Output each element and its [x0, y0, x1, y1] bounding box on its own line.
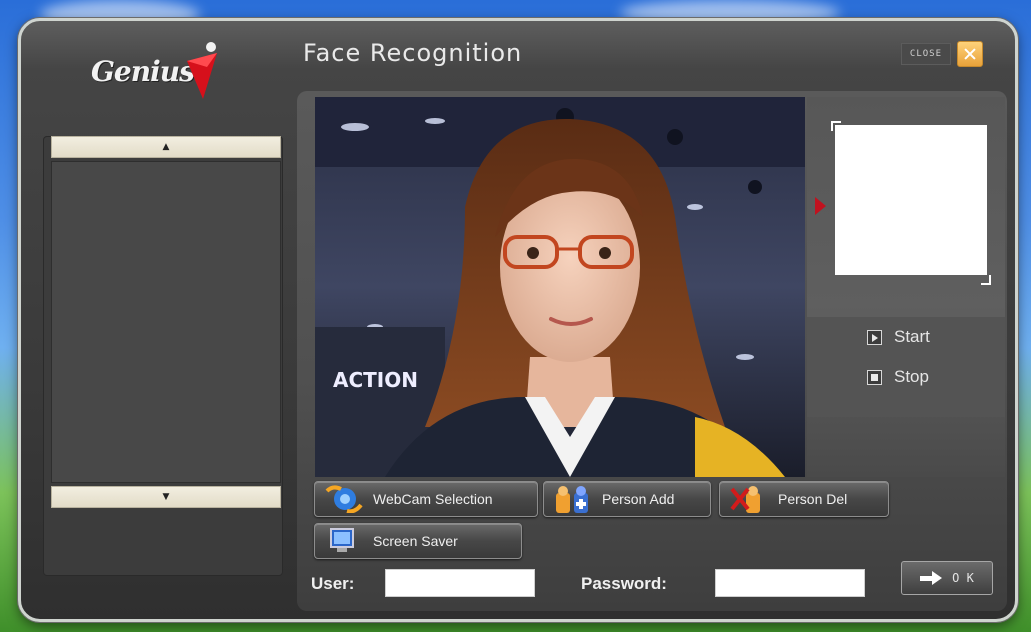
- genius-logo: Genius: [91, 55, 195, 88]
- close-label: CLOSE: [900, 43, 951, 65]
- person-del-label: Person Del: [778, 491, 848, 507]
- person-del-icon: [730, 486, 760, 513]
- webcam-video-feed: ACTION: [315, 97, 805, 477]
- close-x-icon[interactable]: [957, 41, 983, 67]
- webcam-frame-image: ACTION: [315, 97, 805, 477]
- pointer-arrow-icon: [815, 197, 826, 215]
- face-recognition-window: Genius Face Recognition CLOSE ▲ ▼ ACTION…: [18, 18, 1018, 622]
- main-panel: ACTION Start Stop WebCam Selection Perso…: [297, 91, 1007, 611]
- face-thumbnail-frame: [831, 121, 991, 285]
- screen-saver-button[interactable]: Screen Saver: [314, 523, 522, 559]
- start-label: Start: [894, 327, 930, 346]
- person-list[interactable]: [51, 161, 281, 483]
- play-icon: [867, 329, 882, 345]
- close-control[interactable]: CLOSE: [900, 41, 983, 67]
- screen-saver-icon: [330, 528, 354, 552]
- webcam-selection-label: WebCam Selection: [373, 491, 493, 507]
- password-input[interactable]: [715, 569, 865, 597]
- person-add-button[interactable]: Person Add: [543, 481, 711, 517]
- password-label: Password:: [581, 574, 667, 593]
- list-scroll-down-button[interactable]: ▼: [51, 486, 281, 508]
- stop-label: Stop: [894, 367, 929, 386]
- webcam-selection-button[interactable]: WebCam Selection: [314, 481, 538, 517]
- capture-controls: Start Stop: [807, 317, 1005, 417]
- svg-text:ACTION: ACTION: [333, 368, 418, 392]
- window-title: Face Recognition: [303, 39, 523, 67]
- frame-corner-icon: [981, 275, 991, 285]
- person-add-label: Person Add: [602, 491, 675, 507]
- person-list-panel: ▲ ▼: [43, 136, 283, 576]
- start-button[interactable]: Start: [867, 327, 930, 347]
- arrow-right-icon: [920, 570, 944, 586]
- ok-label: O K: [952, 571, 974, 585]
- user-label: User:: [311, 574, 355, 593]
- genius-logo-mark-icon: [187, 42, 217, 99]
- stop-button[interactable]: Stop: [867, 367, 929, 387]
- user-input[interactable]: [385, 569, 535, 597]
- list-scroll-up-button[interactable]: ▲: [51, 136, 281, 158]
- chevron-up-icon: ▲: [162, 142, 170, 152]
- screen-saver-label: Screen Saver: [373, 533, 458, 549]
- capture-preview-column: Start Stop: [807, 97, 1005, 477]
- chevron-down-icon: ▼: [162, 492, 170, 502]
- person-add-icon: [556, 486, 588, 513]
- ok-button[interactable]: O K: [901, 561, 993, 595]
- person-del-button[interactable]: Person Del: [719, 481, 889, 517]
- stop-icon: [867, 369, 882, 385]
- face-thumbnail: [835, 125, 987, 275]
- webcam-icon: [325, 485, 363, 513]
